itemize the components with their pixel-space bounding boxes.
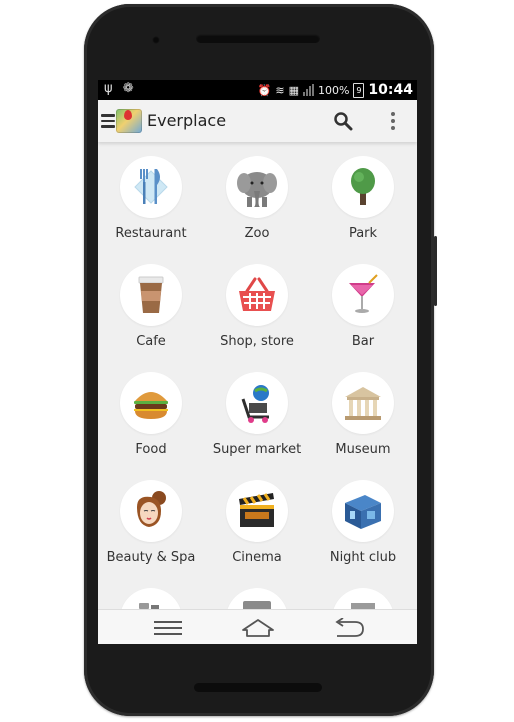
category-cinema[interactable]: Cinema [204,466,310,574]
category-food[interactable]: Food [98,358,204,466]
category-label: Shop, store [220,334,294,349]
battery-icon: 9 [353,82,365,98]
system-nav-bar [98,609,417,644]
category-label: Cafe [136,334,166,349]
android-debug-icon: ❁ [122,81,134,96]
category-partial-3[interactable] [310,574,416,609]
power-button [434,236,437,306]
hamburger-menu-icon[interactable] [101,114,115,128]
alarm-icon: ⏰ [257,83,272,97]
app-bar: Everplace [98,100,417,142]
cocktail-icon [349,274,378,313]
front-camera [152,36,160,44]
spa-woman-icon [137,491,166,527]
category-zoo[interactable]: Zoo [204,142,310,250]
usb-icon: ψ [104,81,113,96]
overflow-menu-icon[interactable] [390,112,396,132]
burger-icon [134,392,168,419]
category-partial-icon [139,603,159,609]
tree-icon [351,168,375,205]
category-grid: Restaurant Zoo Park Cafe Shop, store Bar… [98,142,417,609]
app-title: Everplace [147,111,227,130]
elephant-icon [237,172,277,207]
category-label: Night club [329,550,397,565]
category-label: Zoo [244,226,270,241]
nav-menu-icon[interactable] [154,621,182,635]
battery-percent: 100% [317,83,350,97]
bottom-speaker [194,683,322,692]
category-partial-icon [351,603,375,609]
clapperboard-icon [239,493,274,527]
category-partial-1[interactable] [98,574,204,609]
wifi-icon: ≋ [275,83,285,97]
category-label: Super market [212,442,302,457]
category-label: Park [348,226,378,241]
category-night-club[interactable]: Night club [310,466,416,574]
coffee-cup-icon [138,276,164,313]
category-beauty-spa[interactable]: Beauty & Spa [98,466,204,574]
category-super-market[interactable]: Super market [204,358,310,466]
clock: 10:44 [368,82,413,98]
status-notifications: ψ ❁ [104,81,134,96]
category-label: Cinema [232,550,282,565]
phone-screen: ψ ❁ ⏰ ≋ ▦ 100% 9 10:44 Everplace Restaur… [98,80,417,644]
category-park[interactable]: Park [310,142,416,250]
nav-back-icon[interactable] [331,618,365,638]
category-label: Bar [351,334,375,349]
category-label: Beauty & Spa [106,550,196,565]
earpiece-speaker [196,34,320,43]
battery-level-digit: 9 [356,85,362,95]
category-label: Museum [335,442,391,457]
sim-icon: ▦ [288,83,299,97]
category-label: Restaurant [115,226,187,241]
search-icon[interactable] [333,111,353,131]
category-label: Food [135,442,167,457]
category-cafe[interactable]: Cafe [98,250,204,358]
shopping-basket-icon [239,277,275,311]
nav-home-icon[interactable] [241,618,275,638]
status-indicators: ⏰ ≋ ▦ 100% 9 10:44 [258,82,413,98]
signal-icon [302,84,314,96]
category-shop-store[interactable]: Shop, store [204,250,310,358]
fork-knife-icon [134,169,168,204]
night-club-icon [345,495,381,529]
category-bar[interactable]: Bar [310,250,416,358]
status-bar: ψ ❁ ⏰ ≋ ▦ 100% 9 10:44 [98,80,417,100]
museum-icon [345,387,381,420]
shopping-cart-icon [241,385,269,423]
category-restaurant[interactable]: Restaurant [98,142,204,250]
category-partial-icon [243,601,271,609]
app-logo-icon[interactable] [116,109,142,133]
category-partial-2[interactable] [204,574,310,609]
category-museum[interactable]: Museum [310,358,416,466]
